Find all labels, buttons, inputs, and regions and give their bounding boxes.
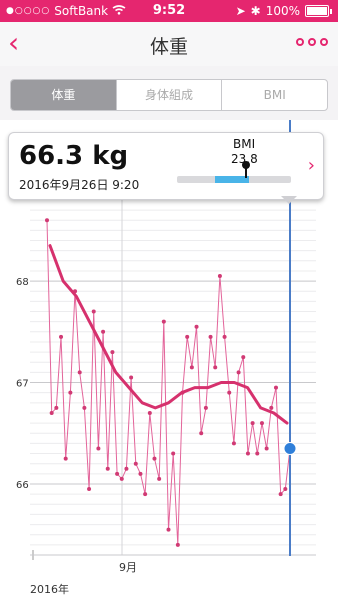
weight-data-point xyxy=(208,334,213,339)
weight-data-point xyxy=(255,451,260,456)
measurement-date: 2016年9月26日 9:20 xyxy=(19,178,140,192)
bmi-gauge xyxy=(177,161,291,183)
weight-data-point xyxy=(138,471,143,476)
weight-data-point xyxy=(278,492,283,497)
bmi-gauge-normal-range xyxy=(215,176,249,183)
trend-line xyxy=(48,244,289,425)
weight-data-point xyxy=(222,334,227,339)
weight-data-point xyxy=(269,405,274,410)
weight-data-point xyxy=(147,410,152,415)
weight-data-point xyxy=(273,385,278,390)
weight-data-point xyxy=(259,421,264,426)
weight-data-point xyxy=(250,421,255,426)
selection-cursor-handle xyxy=(283,441,297,455)
weight-data-point xyxy=(171,451,176,456)
weight-data-point xyxy=(110,350,115,355)
weight-data-point xyxy=(203,405,208,410)
weight-data-point xyxy=(133,461,138,466)
weight-data-point xyxy=(217,274,222,279)
weight-data-point xyxy=(161,319,166,324)
detail-card[interactable]: 66.3 kg 2016年9月26日 9:20 BMI 23.8 › xyxy=(8,132,324,200)
weight-data-point xyxy=(91,309,96,314)
weight-data-point xyxy=(96,446,101,451)
weight-data-point xyxy=(264,446,269,451)
y-tick-label: 66 xyxy=(16,480,29,491)
weight-data-point xyxy=(175,542,180,547)
card-pointer xyxy=(281,196,297,204)
bmi-label: BMI xyxy=(233,137,256,151)
x-tick-label: 9月 xyxy=(119,561,137,574)
weight-data-point xyxy=(213,365,218,370)
weight-data-point xyxy=(68,390,73,395)
weight-data-point xyxy=(241,355,246,360)
weight-data-point xyxy=(143,492,148,497)
weight-data-point xyxy=(236,370,241,375)
weight-data-point xyxy=(105,466,110,471)
weight-data-point xyxy=(54,405,59,410)
weight-data-point xyxy=(189,365,194,370)
weight-data-point xyxy=(194,324,199,329)
weight-data-point xyxy=(63,456,68,461)
weight-data-point xyxy=(119,476,124,481)
y-tick-label: 67 xyxy=(16,379,29,390)
weight-data-point xyxy=(129,375,134,380)
weight-data-point xyxy=(157,476,162,481)
weight-data-point xyxy=(152,456,157,461)
weight-data-point xyxy=(101,329,106,334)
weight-data-point xyxy=(245,451,250,456)
weight-data-point xyxy=(49,410,54,415)
weight-data-point xyxy=(283,487,288,492)
weight-data-point xyxy=(185,334,190,339)
weight-data-point xyxy=(45,218,49,223)
weight-data-point xyxy=(87,487,92,492)
bmi-gauge-marker xyxy=(242,161,250,178)
chevron-right-icon[interactable]: › xyxy=(308,155,315,176)
weight-chart[interactable]: 66 67 68 9月 2016年 xyxy=(0,0,338,600)
x-year-label: 2016年 xyxy=(30,582,69,596)
weight-value: 66.3 kg xyxy=(19,141,129,171)
weight-data-point xyxy=(124,466,129,471)
weight-data-point xyxy=(82,405,87,410)
weight-data-point xyxy=(227,390,232,395)
weight-data-point xyxy=(77,370,82,375)
weight-data-point xyxy=(115,471,120,476)
weight-data-point xyxy=(199,431,204,436)
weight-data-point xyxy=(59,334,64,339)
weight-data-point xyxy=(231,441,236,446)
weight-data-point xyxy=(166,527,171,532)
y-tick-label: 68 xyxy=(16,277,29,288)
